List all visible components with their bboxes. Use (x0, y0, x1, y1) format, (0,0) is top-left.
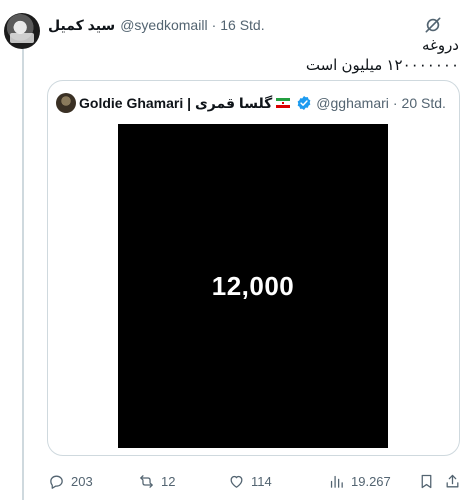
quoted-tweet-card[interactable]: Goldie Ghamari | گلسا قمری @gghamari · 2… (47, 80, 460, 456)
thread-line (22, 46, 24, 500)
separator-dot: · (211, 17, 217, 33)
quoted-timestamp[interactable]: 20 Std. (402, 95, 446, 111)
author-handle[interactable]: @syedkomaill (120, 17, 207, 33)
action-bar: 203 12 114 19.267 (48, 471, 460, 491)
quoted-separator-dot: · (392, 95, 398, 111)
share-button[interactable] (444, 471, 461, 491)
views-count: 19.267 (351, 473, 391, 489)
views-chart-icon (330, 475, 343, 488)
quoted-avatar[interactable] (56, 93, 76, 113)
avatar[interactable] (4, 13, 40, 49)
repost-icon (140, 474, 153, 488)
reply-count: 203 (71, 473, 93, 489)
bookmark-button[interactable] (418, 471, 435, 491)
author-name[interactable]: سید کمیل (48, 17, 115, 34)
reply-icon (50, 475, 63, 489)
repost-button[interactable]: 12 (138, 471, 175, 491)
like-count: 114 (251, 473, 272, 489)
tweet-text-line-2: ۱۲۰۰۰۰۰۰۰ میلیون است (305, 57, 459, 74)
repost-count: 12 (161, 473, 176, 489)
quoted-header: Goldie Ghamari | گلسا قمری @gghamari · 2… (79, 93, 446, 113)
grok-icon[interactable] (423, 15, 443, 35)
iran-flag-icon (276, 98, 291, 108)
bookmark-icon (421, 474, 432, 488)
share-icon (446, 474, 459, 487)
quoted-handle[interactable]: @gghamari (316, 95, 389, 111)
tweet-header: سید کمیل @syedkomaill · 16 Std. (48, 16, 265, 34)
quoted-author-name[interactable]: Goldie Ghamari | گلسا قمری (79, 95, 272, 112)
verified-badge-icon (297, 96, 311, 110)
quoted-image[interactable]: 12,000 (118, 124, 388, 448)
timestamp[interactable]: 16 Std. (220, 17, 264, 33)
quoted-image-text: 12,000 (211, 270, 295, 301)
reply-button[interactable]: 203 (48, 471, 93, 491)
like-button[interactable]: 114 (228, 471, 272, 491)
views-button[interactable]: 19.267 (328, 471, 391, 491)
tweet-text-line-1: دروغه (421, 37, 459, 54)
heart-icon (230, 475, 243, 488)
